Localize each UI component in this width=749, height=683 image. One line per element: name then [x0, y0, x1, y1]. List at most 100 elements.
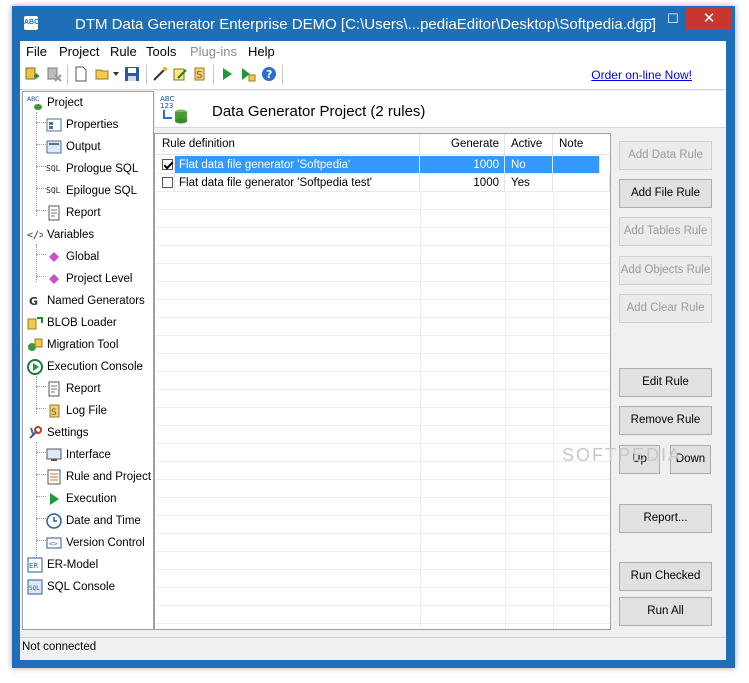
svg-text:<>: <>: [49, 540, 57, 548]
generate-cell[interactable]: 1000: [420, 174, 505, 192]
minimize-button[interactable]: —: [634, 8, 660, 30]
diamond-icon: [49, 252, 59, 262]
tree-item-label: BLOB Loader: [47, 317, 117, 329]
add-tables-rule-button[interactable]: Add Tables Rule: [619, 217, 712, 246]
rule-definition-cell[interactable]: Flat data file generator 'Softpedia': [175, 156, 420, 174]
column-header-note[interactable]: Note: [553, 134, 610, 155]
title-bar[interactable]: ABC DTM Data Generator Enterprise DEMO […: [12, 6, 735, 41]
menu-bar: File Project Rule Tools Plug-ins Help: [20, 41, 726, 61]
toolbar: S ? Order on-line Now!: [20, 61, 726, 90]
console-icon: [27, 359, 43, 375]
active-cell[interactable]: No: [505, 156, 553, 174]
project-header: ABC 123 Data Generator Project (2 rules): [155, 91, 726, 128]
tree-item-label: Named Generators: [47, 295, 145, 307]
new-file-icon[interactable]: [73, 66, 89, 82]
tree-item-label: Variables: [47, 229, 95, 241]
tree-item-label: SQL Console: [47, 581, 115, 593]
run-checked-button[interactable]: Run Checked: [619, 562, 712, 591]
note-cell[interactable]: [553, 156, 600, 174]
tree-item-label: Report: [66, 383, 101, 395]
project-header-icon: ABC 123: [160, 95, 187, 124]
menu-plugins[interactable]: Plug-ins: [190, 44, 237, 59]
sql-icon: SQL: [46, 164, 61, 173]
blob-icon: [27, 317, 43, 330]
output-icon: [46, 140, 62, 154]
report-button[interactable]: Report...: [619, 504, 712, 533]
table-row[interactable]: Flat data file generator 'Softpedia' 100…: [155, 156, 610, 174]
toolbar-separator: [67, 65, 68, 85]
menu-file[interactable]: File: [26, 44, 47, 59]
page-title: Data Generator Project (2 rules): [212, 103, 426, 120]
svg-text:G: G: [29, 295, 38, 308]
svg-text:123: 123: [160, 102, 173, 110]
tree-item-label: Date and Time: [66, 515, 141, 527]
generators-icon: G: [29, 295, 38, 308]
table-row[interactable]: Flat data file generator 'Softpedia test…: [155, 174, 610, 192]
add-file-rule-button[interactable]: Add File Rule: [619, 179, 712, 208]
add-data-rule-button[interactable]: Add Data Rule: [619, 141, 712, 170]
row-checkbox-cell[interactable]: [155, 156, 175, 174]
chevron-down-icon[interactable]: [112, 66, 120, 82]
run-icon[interactable]: [219, 66, 235, 82]
play-icon: [50, 493, 59, 505]
column-header-rule-definition[interactable]: Rule definition: [155, 134, 420, 155]
help-icon[interactable]: ?: [261, 66, 277, 82]
watermark: SOFTPEDIA: [562, 445, 683, 465]
active-cell[interactable]: Yes: [505, 174, 553, 192]
run-checked-icon[interactable]: [240, 66, 256, 82]
column-header-active[interactable]: Active: [505, 134, 553, 155]
tree-item-label: Version Control: [66, 537, 145, 549]
project-tree: ABC Project Properties Output SQL Prolog…: [22, 91, 154, 630]
rule-project-icon: [47, 469, 61, 485]
menu-tools[interactable]: Tools: [146, 44, 176, 59]
report-icon: [48, 381, 60, 397]
add-objects-rule-button[interactable]: Add Objects Rule: [619, 256, 712, 285]
remove-rule-button[interactable]: Remove Rule: [619, 406, 712, 435]
add-clear-rule-button[interactable]: Add Clear Rule: [619, 294, 712, 323]
run-all-button[interactable]: Run All: [619, 597, 712, 626]
tree-item-label: Prologue SQL: [66, 163, 139, 175]
tree-item-label: Interface: [66, 449, 111, 461]
rule-enabled-checkbox[interactable]: [162, 159, 173, 170]
edit-notes-icon[interactable]: [172, 66, 188, 82]
menu-help[interactable]: Help: [248, 44, 275, 59]
note-cell[interactable]: [553, 174, 610, 192]
toolbar-separator: [213, 65, 214, 85]
svg-text:SQL: SQL: [46, 164, 61, 173]
new-project-icon[interactable]: [24, 66, 40, 82]
tree-item-label: ER-Model: [47, 559, 99, 571]
app-icon[interactable]: ABC: [24, 16, 39, 30]
menu-rule[interactable]: Rule: [110, 44, 137, 59]
client-area: File Project Rule Tools Plug-ins Help S …: [20, 41, 726, 660]
sql-console-icon: SQL: [27, 579, 43, 595]
row-checkbox-cell[interactable]: [155, 174, 175, 192]
tree-item-label: Execution Console: [47, 361, 143, 373]
tree-item-label: Properties: [66, 119, 119, 131]
tree-item-label: Execution: [66, 493, 117, 505]
menu-project[interactable]: Project: [59, 44, 99, 59]
version-control-icon: <>: [46, 537, 62, 549]
rules-grid: Rule definition Generate Active Note Fla…: [154, 133, 611, 630]
close-button[interactable]: ✕: [686, 8, 732, 30]
save-icon[interactable]: [124, 66, 140, 82]
project-icon: ABC: [27, 96, 42, 110]
maximize-button[interactable]: ☐: [660, 8, 686, 30]
delete-project-icon[interactable]: [46, 66, 62, 82]
tree-item-label: Output: [66, 141, 101, 153]
clock-icon: [46, 513, 62, 529]
open-folder-icon[interactable]: [95, 66, 111, 82]
variables-icon: </>: [27, 230, 43, 241]
log-file-icon: S: [49, 404, 60, 418]
rule-enabled-checkbox[interactable]: [162, 177, 173, 188]
report-icon: [48, 205, 60, 221]
rule-definition-cell[interactable]: Flat data file generator 'Softpedia test…: [175, 174, 420, 192]
order-online-link[interactable]: Order on-line Now!: [591, 68, 692, 82]
diamond-icon: [49, 274, 59, 284]
script-icon[interactable]: S: [192, 66, 208, 82]
magic-wand-icon[interactable]: [152, 66, 168, 82]
edit-rule-button[interactable]: Edit Rule: [619, 368, 712, 397]
properties-icon: [46, 118, 62, 132]
generate-cell[interactable]: 1000: [420, 156, 505, 174]
interface-icon: [46, 448, 62, 461]
column-header-generate[interactable]: Generate: [420, 134, 505, 155]
